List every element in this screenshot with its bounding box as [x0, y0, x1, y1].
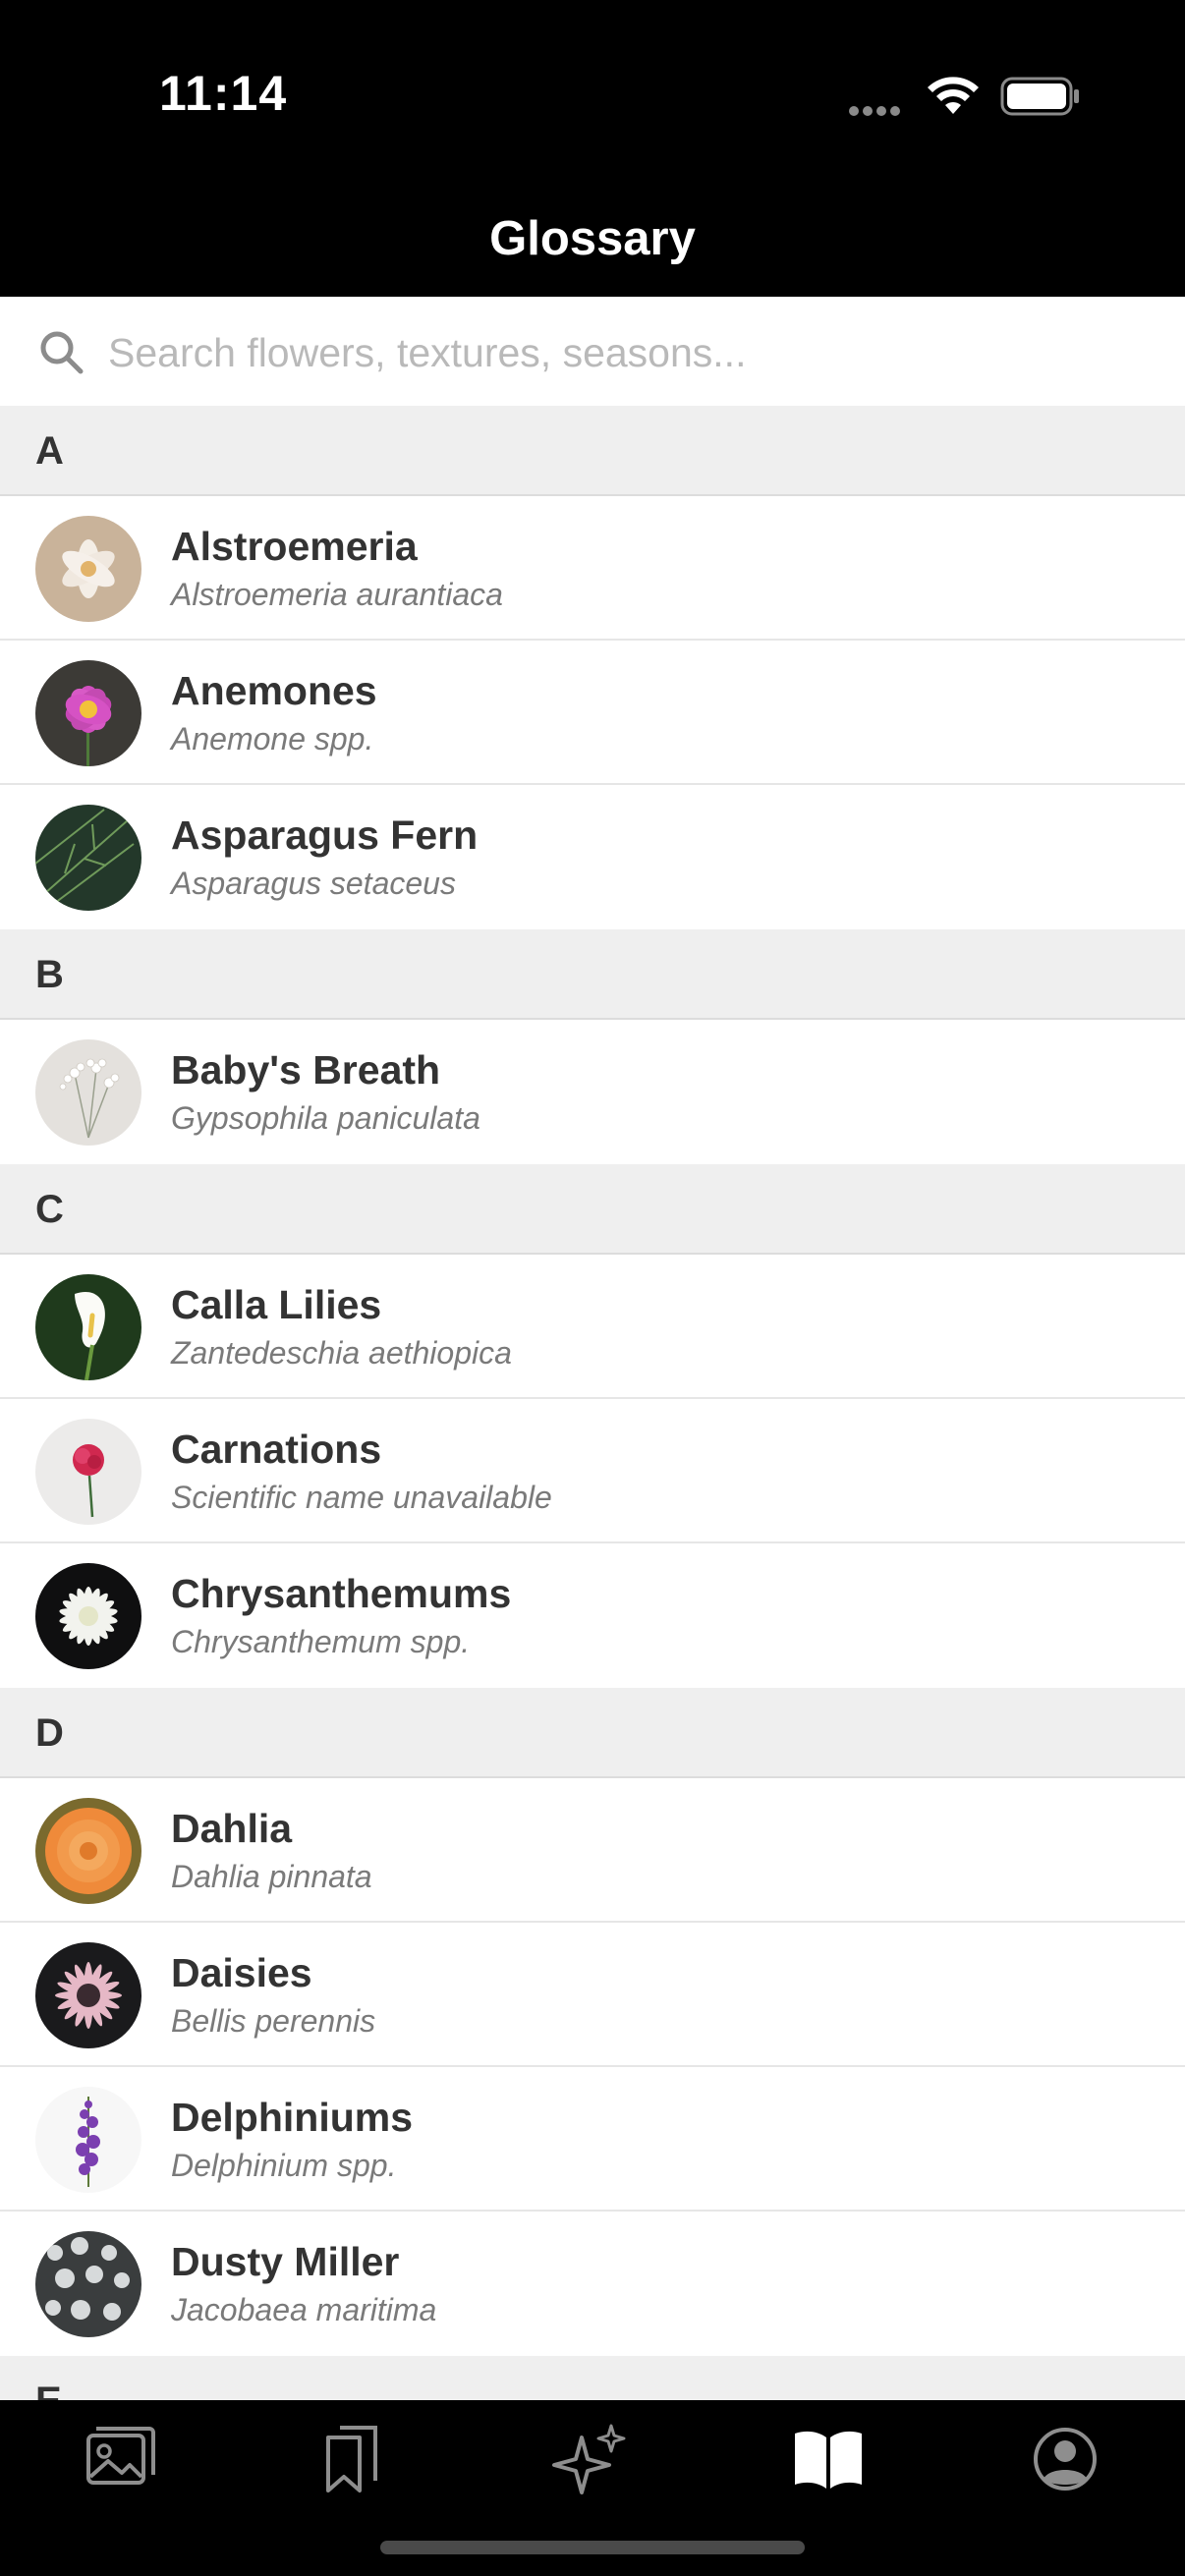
list-item-dusty-miller[interactable]: Dusty Miller Jacobaea maritima [0, 2212, 1185, 2356]
list-item-alstroemeria[interactable]: Alstroemeria Alstroemeria aurantiaca [0, 496, 1185, 641]
list-item-calla-lilies[interactable]: Calla Lilies Zantedeschia aethiopica [0, 1255, 1185, 1399]
section-header-c: C [0, 1164, 1185, 1255]
item-name: Dahlia [171, 1806, 293, 1851]
item-scientific-name: Jacobaea maritima [171, 2292, 437, 2327]
item-name: Calla Lilies [171, 1282, 382, 1327]
item-scientific-name: Zantedeschia aethiopica [171, 1335, 512, 1371]
delphiniums-thumbnail [35, 2087, 141, 2193]
cellular-signal-icon [849, 103, 908, 116]
search-icon [40, 331, 84, 374]
anemones-thumbnail [35, 660, 141, 766]
item-scientific-name: Scientific name unavailable [171, 1480, 552, 1515]
dahlia-thumbnail [35, 1798, 141, 1904]
list-item-asparagus-fern[interactable]: Asparagus Fern Asparagus setaceus [0, 785, 1185, 929]
asparagus-fern-thumbnail [35, 805, 141, 911]
item-scientific-name: Alstroemeria aurantiaca [171, 577, 503, 612]
item-name: Dusty Miller [171, 2239, 400, 2284]
section-letter: B [35, 953, 64, 996]
babys-breath-thumbnail [35, 1039, 141, 1146]
list-item-delphiniums[interactable]: Delphiniums Delphinium spp. [0, 2067, 1185, 2212]
home-indicator [380, 2541, 805, 2554]
item-scientific-name: Bellis perennis [171, 2003, 376, 2039]
photo-gallery-icon[interactable] [79, 2420, 157, 2498]
profile-icon[interactable] [1026, 2420, 1104, 2498]
section-header-a: A [0, 406, 1185, 496]
section-header-d: D [0, 1688, 1185, 1778]
glossary-list[interactable]: A Alstroemeria Alstroemeria aurantiaca A… [0, 406, 1185, 2400]
section-letter: C [35, 1188, 64, 1231]
item-name: Chrysanthemums [171, 1571, 512, 1616]
sparkles-icon[interactable] [552, 2420, 631, 2498]
item-scientific-name: Delphinium spp. [171, 2148, 397, 2183]
item-scientific-name: Gypsophila paniculata [171, 1100, 480, 1136]
chrysanthemums-thumbnail [35, 1563, 141, 1669]
item-name: Carnations [171, 1427, 382, 1472]
alstroemeria-thumbnail [35, 516, 141, 622]
item-name: Anemones [171, 668, 377, 713]
list-item-babys-breath[interactable]: Baby's Breath Gypsophila paniculata [0, 1020, 1185, 1164]
item-name: Baby's Breath [171, 1047, 441, 1092]
status-time: 11:14 [159, 66, 288, 121]
section-header-b: B [0, 929, 1185, 1020]
carnations-thumbnail [35, 1419, 141, 1525]
item-scientific-name: Chrysanthemum spp. [171, 1624, 471, 1659]
calla-lilies-thumbnail [35, 1274, 141, 1380]
item-name: Daisies [171, 1950, 312, 1995]
battery-icon [1000, 77, 1079, 116]
list-item-daisies[interactable]: Daisies Bellis perennis [0, 1923, 1185, 2067]
item-scientific-name: Dahlia pinnata [171, 1859, 372, 1894]
list-item-anemones[interactable]: Anemones Anemone spp. [0, 641, 1185, 785]
dusty-miller-thumbnail [35, 2231, 141, 2337]
list-item-chrysanthemums[interactable]: Chrysanthemums Chrysanthemum spp. [0, 1543, 1185, 1688]
section-letter: A [35, 429, 64, 473]
item-name: Delphiniums [171, 2095, 414, 2140]
top-bar: 11:14 Glossary [0, 0, 1185, 297]
bookmarks-icon[interactable] [314, 2420, 393, 2498]
section-header-e: E [0, 2356, 1185, 2400]
wifi-icon [928, 77, 979, 114]
item-name: Alstroemeria [171, 524, 418, 569]
list-item-carnations[interactable]: Carnations Scientific name unavailable [0, 1399, 1185, 1543]
section-letter: D [35, 1711, 64, 1755]
item-name: Asparagus Fern [171, 812, 479, 858]
page-title: Glossary [489, 212, 696, 265]
daisies-thumbnail [35, 1942, 141, 2048]
section-letter: E [35, 2380, 62, 2400]
item-scientific-name: Asparagus setaceus [171, 866, 456, 901]
search-input[interactable] [106, 314, 1152, 391]
list-item-dahlia[interactable]: Dahlia Dahlia pinnata [0, 1778, 1185, 1923]
item-scientific-name: Anemone spp. [171, 721, 374, 756]
open-book-icon[interactable] [789, 2420, 868, 2498]
